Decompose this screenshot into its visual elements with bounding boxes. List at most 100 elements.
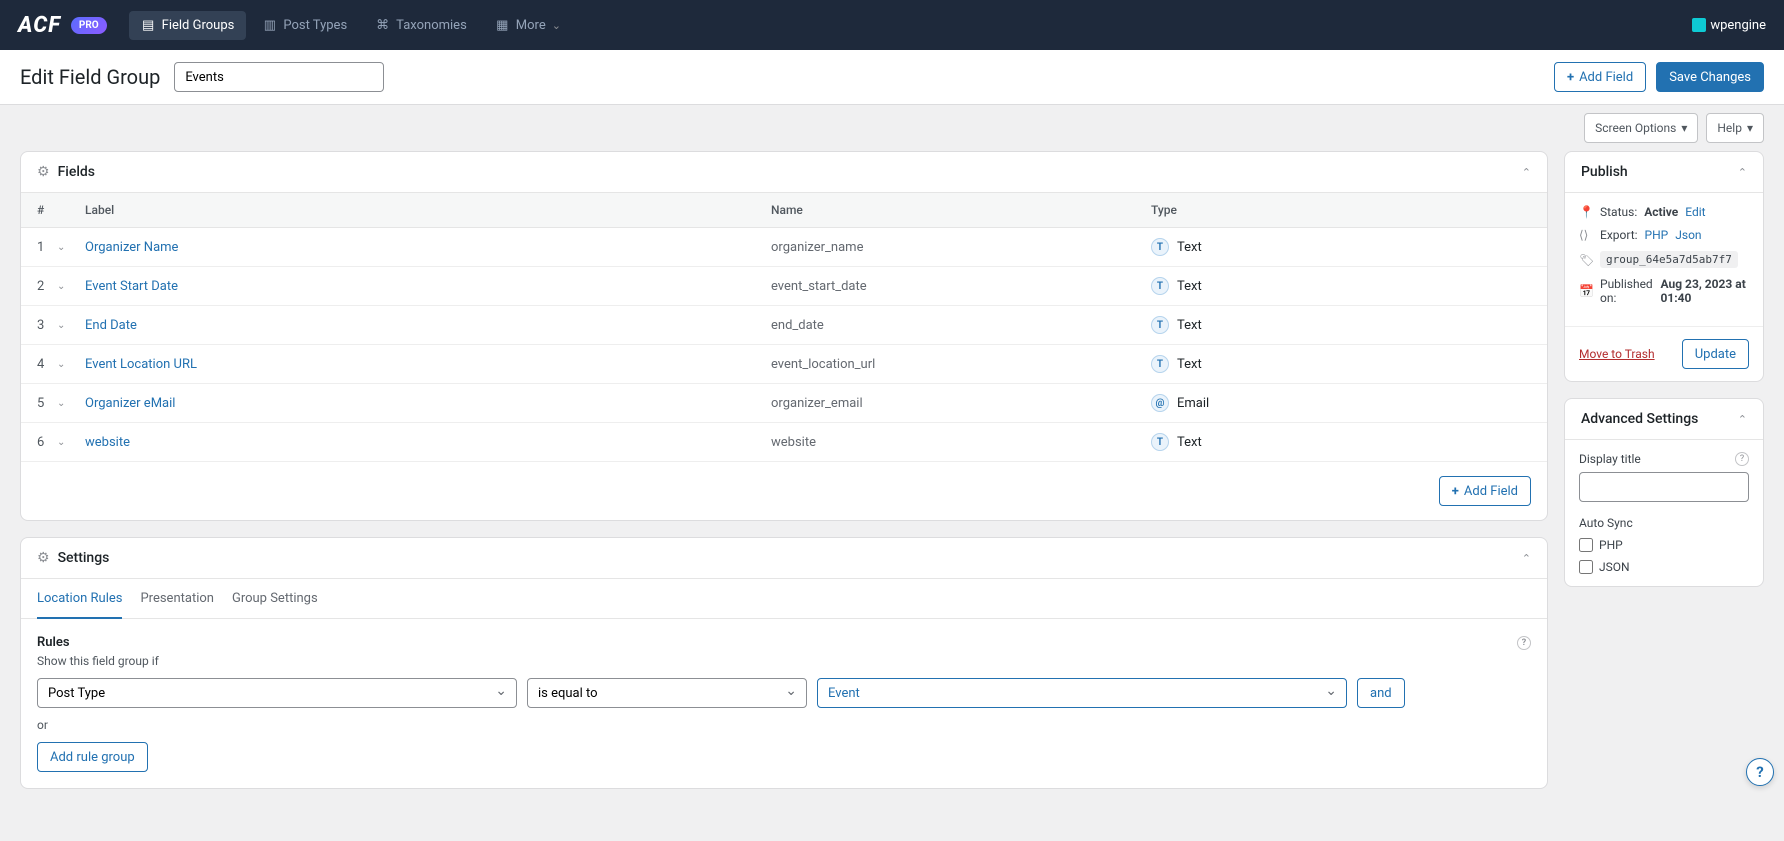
- group-name-input[interactable]: [174, 62, 384, 92]
- help-icon[interactable]: ?: [1735, 452, 1749, 466]
- chevron-down-icon: ⌄: [552, 19, 561, 32]
- save-changes-button[interactable]: Save Changes: [1656, 62, 1764, 92]
- row-number: 4: [37, 357, 57, 372]
- move-to-trash-link[interactable]: Move to Trash: [1579, 347, 1655, 361]
- display-title-label-row: Display title?: [1579, 452, 1749, 466]
- row-number: 2: [37, 279, 57, 294]
- key-row: 🏷 group_64e5a7d5ab7f7: [1579, 251, 1749, 268]
- post-icon: ▥: [262, 18, 277, 33]
- sync-json-row[interactable]: JSON: [1579, 560, 1749, 574]
- collapse-icon[interactable]: ⌃: [1738, 413, 1747, 426]
- tab-location-rules[interactable]: Location Rules: [37, 579, 122, 618]
- field-row[interactable]: 6⌄websitewebsiteTText: [21, 423, 1547, 461]
- sync-php-checkbox[interactable]: [1579, 538, 1593, 552]
- add-field-button-2[interactable]: +Add Field: [1439, 476, 1531, 506]
- wpengine-icon: [1692, 18, 1706, 32]
- layers-icon: ▤: [141, 18, 156, 33]
- nav-label: Post Types: [283, 18, 347, 33]
- export-json-link[interactable]: Json: [1675, 228, 1701, 242]
- sync-json-checkbox[interactable]: [1579, 560, 1593, 574]
- expand-icon[interactable]: ⌄: [57, 281, 85, 292]
- top-nav: ▤Field Groups ▥ Post Types ⌘Taxonomies ▦M…: [129, 11, 573, 40]
- type-text: Text: [1177, 318, 1202, 333]
- grid-icon: ▦: [495, 18, 510, 33]
- field-label-link[interactable]: Organizer eMail: [85, 396, 175, 411]
- tag-icon: 🏷: [1579, 253, 1593, 267]
- settings-body: Rules? Show this field group if Post Typ…: [21, 619, 1547, 788]
- export-row: ⟨⟩Export: PHP Json: [1579, 228, 1749, 242]
- nav-post-types[interactable]: ▥ Post Types: [250, 11, 359, 40]
- nav-field-groups[interactable]: ▤Field Groups: [129, 11, 247, 40]
- expand-icon[interactable]: ⌄: [57, 242, 85, 253]
- collapse-icon[interactable]: ⌃: [1738, 166, 1747, 179]
- add-field-button[interactable]: +Add Field: [1554, 62, 1646, 92]
- field-label-link[interactable]: Organizer Name: [85, 240, 178, 255]
- published-row: 📅Published on: Aug 23, 2023 at 01:40: [1579, 277, 1749, 305]
- expand-icon[interactable]: ⌄: [57, 437, 85, 448]
- row-name: end_date: [771, 318, 1151, 333]
- nav-label: Taxonomies: [396, 18, 467, 33]
- expand-icon[interactable]: ⌄: [57, 320, 85, 331]
- row-name: website: [771, 435, 1151, 450]
- publish-body: 📍Status: Active Edit ⟨⟩Export: PHP Json …: [1565, 193, 1763, 326]
- row-type: TText: [1151, 277, 1531, 295]
- type-icon: T: [1151, 433, 1169, 451]
- sync-php-label: PHP: [1599, 538, 1623, 552]
- advanced-panel: Advanced Settings⌃ Display title? Auto S…: [1564, 398, 1764, 587]
- rule-and-button[interactable]: and: [1357, 678, 1405, 708]
- screen-options-button[interactable]: Screen Options ▾: [1584, 113, 1698, 143]
- type-text: Text: [1177, 435, 1202, 450]
- help-icon[interactable]: ?: [1517, 636, 1531, 650]
- rule-value-select[interactable]: Event: [817, 678, 1347, 708]
- row-number: 1: [37, 240, 57, 255]
- nav-more[interactable]: ▦More⌄: [483, 11, 573, 40]
- collapse-icon[interactable]: ⌃: [1522, 552, 1531, 565]
- expand-icon[interactable]: ⌄: [57, 359, 85, 370]
- row-number: 5: [37, 396, 57, 411]
- sync-json-label: JSON: [1599, 560, 1630, 574]
- header-right: +Add Field Save Changes: [1554, 62, 1764, 92]
- rule-or-text: or: [37, 718, 1531, 732]
- field-row[interactable]: 1⌄Organizer Nameorganizer_nameTText: [21, 228, 1547, 267]
- field-label-link[interactable]: Event Location URL: [85, 357, 197, 372]
- field-label-link[interactable]: Event Start Date: [85, 279, 178, 294]
- field-row[interactable]: 5⌄Organizer eMailorganizer_email@Email: [21, 384, 1547, 423]
- settings-panel-head: ⚙Settings ⌃: [21, 538, 1547, 579]
- type-text: Email: [1177, 396, 1209, 411]
- rule-param-select[interactable]: Post Type: [37, 678, 517, 708]
- help-label: Help: [1717, 121, 1742, 135]
- group-key: group_64e5a7d5ab7f7: [1600, 251, 1738, 268]
- export-label: Export:: [1600, 228, 1638, 242]
- tab-group-settings[interactable]: Group Settings: [232, 579, 318, 618]
- field-row[interactable]: 2⌄Event Start Date event_start_dateTText: [21, 267, 1547, 306]
- update-button[interactable]: Update: [1682, 339, 1749, 369]
- add-rule-group-button[interactable]: Add rule group: [37, 742, 148, 772]
- help-button[interactable]: Help ▾: [1706, 113, 1764, 143]
- export-php-link[interactable]: PHP: [1645, 228, 1669, 242]
- edit-status-link[interactable]: Edit: [1685, 205, 1705, 219]
- row-name: event_start_date: [771, 279, 1151, 294]
- header-left: Edit Field Group: [20, 62, 384, 92]
- field-label-link[interactable]: website: [85, 435, 130, 450]
- field-row[interactable]: 3⌄End Dateend_dateTText: [21, 306, 1547, 345]
- collapse-icon[interactable]: ⌃: [1522, 166, 1531, 179]
- publish-panel: Publish⌃ 📍Status: Active Edit ⟨⟩Export: …: [1564, 151, 1764, 382]
- col-label-head: Label: [85, 203, 771, 217]
- rule-operator-select[interactable]: is equal to: [527, 678, 807, 708]
- tab-presentation[interactable]: Presentation: [140, 579, 214, 618]
- type-icon: T: [1151, 316, 1169, 334]
- panel-title-text: Settings: [58, 550, 110, 566]
- nav-taxonomies[interactable]: ⌘Taxonomies: [363, 11, 479, 40]
- field-label-link[interactable]: End Date: [85, 318, 137, 333]
- page-title: Edit Field Group: [20, 65, 160, 89]
- field-row[interactable]: 4⌄Event Location URLevent_location_urlTT…: [21, 345, 1547, 384]
- expand-icon[interactable]: ⌄: [57, 398, 85, 409]
- advanced-body: Display title? Auto Sync PHP JSON: [1565, 440, 1763, 586]
- row-type: T Text: [1151, 433, 1531, 451]
- row-label: Event Start Date: [85, 279, 771, 294]
- plus-icon: +: [1567, 70, 1574, 85]
- display-title-input[interactable]: [1579, 472, 1749, 502]
- fields-header-row: # Label Name Type: [21, 193, 1547, 228]
- sync-php-row[interactable]: PHP: [1579, 538, 1749, 552]
- floating-help-button[interactable]: ?: [1746, 758, 1774, 786]
